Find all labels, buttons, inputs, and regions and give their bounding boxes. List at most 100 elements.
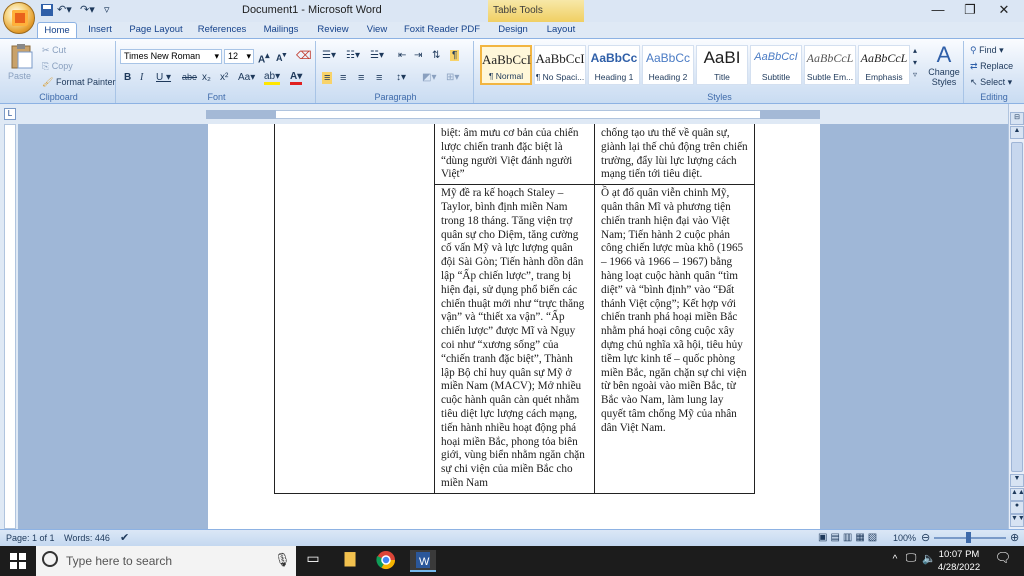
- increase-indent-button[interactable]: ⇥: [414, 50, 422, 61]
- highlight-button[interactable]: ab▾: [264, 71, 281, 85]
- bold-button[interactable]: B: [124, 72, 131, 83]
- table-cell[interactable]: [274, 124, 435, 185]
- tab-design[interactable]: Design: [492, 22, 534, 38]
- bullets-button[interactable]: ☰▾: [322, 50, 336, 61]
- style-subtle-emphasis[interactable]: AaBbCcL Subtle Em...: [804, 45, 856, 85]
- select-browse-object-button[interactable]: ●: [1010, 501, 1024, 514]
- tab-view[interactable]: View: [360, 22, 394, 38]
- justify-button[interactable]: ≡: [376, 72, 382, 84]
- style-title[interactable]: AaBI Title: [696, 45, 748, 85]
- select-button[interactable]: ↖ Select ▾: [970, 77, 1012, 88]
- scroll-thumb[interactable]: [1011, 142, 1023, 472]
- redo-icon[interactable]: ↷▾: [80, 3, 95, 19]
- font-color-button[interactable]: A▾: [290, 71, 303, 85]
- format-painter-button[interactable]: 🖌 Format Painter: [42, 77, 115, 88]
- multilevel-list-button[interactable]: ☱▾: [370, 50, 384, 61]
- ruler-toggle-icon[interactable]: ⊟: [1010, 112, 1024, 125]
- sort-button[interactable]: ⇅: [432, 50, 440, 61]
- grow-font-button[interactable]: A▴: [258, 50, 269, 65]
- change-styles-button[interactable]: A Change Styles: [926, 43, 962, 88]
- line-spacing-button[interactable]: ↕▾: [396, 72, 406, 83]
- next-page-button[interactable]: ▼▼: [1010, 514, 1024, 527]
- change-case-button[interactable]: Aa▾: [238, 72, 255, 83]
- proofing-icon[interactable]: ✔: [120, 531, 129, 544]
- style-no-spacing[interactable]: AaBbCcI ¶ No Spaci...: [534, 45, 586, 85]
- table-cell[interactable]: chống tạo ưu thế về quân sự, giành lại t…: [594, 124, 755, 186]
- word-taskbar-icon[interactable]: W: [410, 550, 436, 572]
- shading-button[interactable]: ◩▾: [422, 72, 436, 83]
- word-count[interactable]: Words: 446: [64, 533, 110, 543]
- office-button[interactable]: [3, 2, 35, 34]
- style-normal[interactable]: AaBbCcI ¶ Normal: [480, 45, 532, 85]
- font-size-select[interactable]: 12 ▾: [224, 49, 254, 64]
- undo-icon[interactable]: ↶▾: [57, 3, 72, 19]
- zoom-slider-thumb[interactable]: [966, 532, 971, 543]
- tab-foxit-reader-pdf[interactable]: Foxit Reader PDF: [402, 22, 482, 38]
- tab-page-layout[interactable]: Page Layout: [126, 22, 186, 38]
- vertical-ruler[interactable]: [4, 124, 16, 529]
- table-cell[interactable]: biệt: âm mưu cơ bản của chiến lược chiến…: [434, 124, 595, 186]
- show-formatting-button[interactable]: ¶: [450, 50, 460, 61]
- zoom-in-button[interactable]: ⊕: [1010, 531, 1019, 544]
- copy-button[interactable]: ⎘ Copy: [42, 61, 73, 72]
- shrink-font-button[interactable]: A▾: [276, 50, 286, 63]
- scroll-down-button[interactable]: ▼: [1010, 474, 1024, 487]
- align-center-button[interactable]: ≡: [340, 72, 346, 84]
- clear-formatting-button[interactable]: ⌫: [296, 49, 312, 62]
- document-table[interactable]: biệt: âm mưu cơ bản của chiến lược chiến…: [274, 124, 755, 494]
- italic-button[interactable]: I: [140, 72, 143, 83]
- vertical-scrollbar[interactable]: ⊟ ▲ ▼ ▲▲ ● ▼▼: [1008, 104, 1024, 529]
- replace-button[interactable]: ⇄ Replace: [970, 61, 1013, 72]
- align-right-button[interactable]: ≡: [358, 72, 364, 84]
- zoom-out-button[interactable]: ⊖: [921, 531, 930, 544]
- file-explorer-icon[interactable]: ▇: [339, 550, 361, 572]
- ruler-margin-left: [206, 110, 276, 119]
- customize-qat-icon[interactable]: ▿: [104, 3, 110, 19]
- superscript-button[interactable]: x²: [220, 72, 228, 83]
- document-page[interactable]: biệt: âm mưu cơ bản của chiến lược chiến…: [208, 124, 820, 529]
- style-emphasis[interactable]: AaBbCcL Emphasis: [858, 45, 910, 85]
- style-subtitle[interactable]: AaBbCcI Subtitle: [750, 45, 802, 85]
- paste-button[interactable]: Paste: [8, 43, 36, 83]
- strikethrough-button[interactable]: abe: [182, 72, 197, 82]
- align-left-button[interactable]: ≡: [322, 72, 333, 84]
- tab-references[interactable]: References: [194, 22, 250, 38]
- tab-review[interactable]: Review: [312, 22, 354, 38]
- table-cell[interactable]: Ồ ạt đổ quân viễn chinh Mỹ, quân thân Mĩ…: [594, 184, 755, 494]
- microphone-icon[interactable]: 🎙: [274, 552, 291, 568]
- subscript-button[interactable]: x₂: [202, 72, 211, 83]
- page-count[interactable]: Page: 1 of 1: [6, 533, 55, 543]
- minimize-button[interactable]: —: [922, 2, 954, 20]
- numbering-button[interactable]: ☷▾: [346, 50, 360, 61]
- tab-home[interactable]: Home: [37, 22, 77, 38]
- chrome-icon[interactable]: [375, 550, 397, 572]
- tab-layout[interactable]: Layout: [540, 22, 582, 38]
- styles-scroll-buttons[interactable]: ▴ ▾ ▿: [913, 45, 917, 81]
- notifications-icon[interactable]: 🗨: [992, 550, 1014, 572]
- borders-button[interactable]: ⊞▾: [446, 72, 459, 83]
- tab-mailings[interactable]: Mailings: [258, 22, 304, 38]
- save-icon[interactable]: [40, 3, 54, 19]
- font-name-select[interactable]: Times New Roman ▾: [120, 49, 222, 64]
- style-heading-1[interactable]: AaBbCc Heading 1: [588, 45, 640, 85]
- close-button[interactable]: ✕: [988, 2, 1020, 20]
- previous-page-button[interactable]: ▲▲: [1010, 488, 1024, 501]
- tab-insert[interactable]: Insert: [82, 22, 118, 38]
- underline-button[interactable]: U ▾: [156, 72, 171, 83]
- style-heading-2[interactable]: AaBbCc Heading 2: [642, 45, 694, 85]
- zoom-level[interactable]: 100%: [893, 533, 916, 543]
- scroll-up-button[interactable]: ▲: [1010, 126, 1024, 139]
- table-cell[interactable]: [274, 184, 435, 494]
- cut-button[interactable]: ✂ Cut: [42, 45, 66, 56]
- table-cell[interactable]: Mỹ đề ra kế hoạch Staley – Taylor, bình …: [434, 184, 595, 494]
- decrease-indent-button[interactable]: ⇤: [398, 50, 406, 61]
- view-buttons[interactable]: ▣▤▥▦▧: [818, 532, 880, 543]
- tab-selector-button[interactable]: L: [4, 108, 16, 120]
- maximize-button[interactable]: ❐: [954, 2, 986, 20]
- clock[interactable]: 10:07 PM 4/28/2022: [936, 548, 982, 574]
- taskbar-search-input[interactable]: Type here to search 🎙: [36, 546, 296, 576]
- horizontal-ruler[interactable]: L: [0, 104, 1024, 124]
- task-view-icon[interactable]: ▭: [302, 550, 324, 572]
- find-button[interactable]: ⚲ Find ▾: [970, 45, 1004, 56]
- windows-start-icon[interactable]: [7, 550, 29, 572]
